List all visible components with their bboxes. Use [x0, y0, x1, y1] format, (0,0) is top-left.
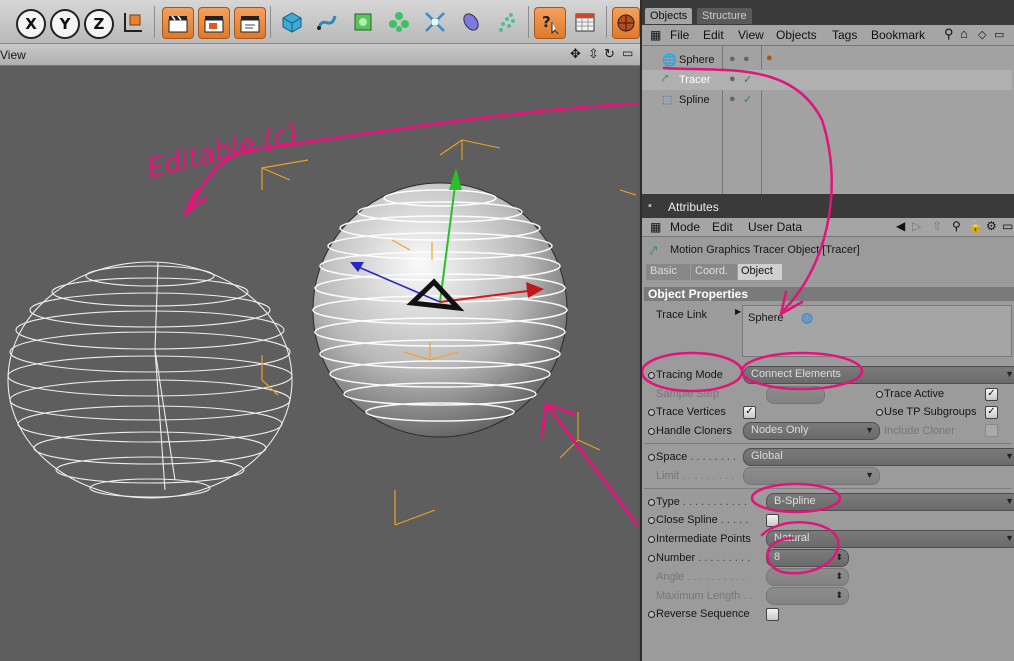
- render-settings-icon[interactable]: [234, 7, 266, 39]
- svg-text:?: ?: [542, 13, 551, 31]
- nurbs-icon[interactable]: [348, 7, 378, 37]
- coordinate-system-icon[interactable]: [118, 7, 148, 37]
- hand-annotation-arrow-up: [540, 402, 638, 529]
- timeline-icon[interactable]: [570, 7, 600, 37]
- scene-object-icon[interactable]: [456, 7, 486, 37]
- deformer-icon[interactable]: [420, 7, 450, 37]
- viewport-view-menu[interactable]: View: [0, 48, 26, 62]
- axis-x-toggle[interactable]: X: [16, 9, 46, 39]
- viewport-maximize-icon[interactable]: ▭: [622, 46, 633, 60]
- particles-icon[interactable]: [492, 7, 522, 37]
- mograph-cloner-icon[interactable]: [384, 7, 414, 37]
- viewport-move-icon[interactable]: ✥: [570, 46, 581, 62]
- panel-annotations: [642, 66, 864, 575]
- viewport-rotate-icon[interactable]: ↻: [604, 46, 615, 62]
- toolbar-grip: [0, 7, 8, 37]
- right-panel: Objects Structure ▦ File Edit View Objec…: [640, 0, 1014, 661]
- render-view-icon[interactable]: [162, 7, 194, 39]
- traced-spline-wireframe[interactable]: [7, 261, 293, 499]
- viewport-zoom-icon[interactable]: ⇳: [588, 46, 599, 62]
- viewport-header: View ✥ ⇳ ↻ ▭: [0, 44, 640, 66]
- layout-globe-icon[interactable]: [612, 7, 640, 39]
- main-toolbar: X Y Z ?: [0, 0, 640, 44]
- 3d-viewport[interactable]: Editable (c): [0, 66, 638, 661]
- help-cursor-icon[interactable]: ?: [534, 7, 566, 39]
- sphere-object[interactable]: [312, 139, 637, 459]
- spline-pen-icon[interactable]: [312, 7, 342, 37]
- cube-primitive-icon[interactable]: [277, 7, 307, 37]
- render-picture-viewer-icon[interactable]: [198, 7, 230, 39]
- axis-y-toggle[interactable]: Y: [50, 9, 80, 39]
- axis-z-toggle[interactable]: Z: [84, 9, 114, 39]
